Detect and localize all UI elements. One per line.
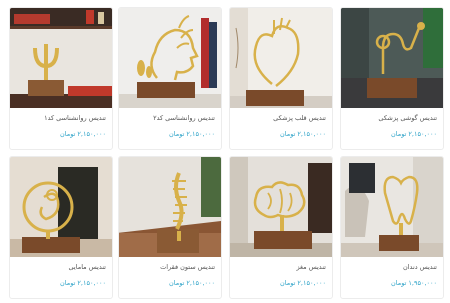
head-leaves-statue-icon	[119, 8, 221, 108]
product-card-heart[interactable]: تندیس قلب پزشکی ۲,۱۵۰,۰۰۰ تومان	[229, 7, 333, 150]
product-title[interactable]: تندیس روانشناسی کد۱	[14, 114, 106, 122]
product-title[interactable]: تندیس قلب پزشکی	[234, 114, 326, 122]
fetus-statue-icon	[10, 157, 112, 257]
product-image[interactable]	[230, 8, 332, 108]
product-title[interactable]: تندیس مامایی	[14, 263, 107, 271]
product-image[interactable]	[10, 157, 112, 257]
product-card-psychology-2[interactable]: تندیس روانشناسی کد۲ ۲,۱۵۰,۰۰۰ تومان	[118, 7, 222, 150]
product-card-psychology-1[interactable]: تندیس روانشناسی کد۱ ۲,۱۵۰,۰۰۰ تومان	[9, 7, 113, 150]
product-price: ۲,۱۵۰,۰۰۰ تومان	[168, 130, 215, 138]
product-grid: تندیس روانشناسی کد۱ ۲,۱۵۰,۰۰۰ تومان تندی…	[0, 0, 450, 303]
product-image[interactable]	[119, 8, 221, 108]
product-price: ۲,۱۵۰,۰۰۰ تومان	[59, 279, 106, 287]
product-price: ۱,۹۵۰,۰۰۰ تومان	[390, 279, 437, 287]
brain-statue-icon	[230, 157, 332, 257]
product-card-spine[interactable]: تندیس ستون فقرات ۲,۱۵۰,۰۰۰ تومان	[118, 156, 222, 299]
product-price: ۲,۱۵۰,۰۰۰ تومان	[168, 279, 215, 287]
product-image[interactable]	[341, 157, 443, 257]
product-card-brain[interactable]: تندیس مغز ۲,۱۵۰,۰۰۰ تومان	[229, 156, 333, 299]
product-image[interactable]	[341, 8, 443, 108]
product-card-stethoscope[interactable]: تندیس گوشی پزشکی ۲,۱۵۰,۰۰۰ تومان	[340, 7, 444, 150]
product-card-midwifery[interactable]: تندیس مامایی ۲,۱۵۰,۰۰۰ تومان	[9, 156, 113, 299]
heart-statue-icon	[230, 8, 332, 108]
product-price: ۲,۱۵۰,۰۰۰ تومان	[390, 130, 437, 138]
product-price: ۲,۱۵۰,۰۰۰ تومان	[279, 130, 326, 138]
product-title[interactable]: تندیس ستون فقرات	[123, 263, 215, 271]
product-title[interactable]: تندیس دندان	[345, 263, 437, 271]
product-title[interactable]: تندیس روانشناسی کد۲	[123, 114, 215, 122]
tooth-statue-icon	[341, 157, 443, 257]
product-image[interactable]	[119, 157, 221, 257]
psi-statue-icon	[10, 8, 112, 108]
product-price: ۲,۱۵۰,۰۰۰ تومان	[279, 279, 326, 287]
product-image[interactable]	[230, 157, 332, 257]
stethoscope-statue-icon	[341, 8, 443, 108]
product-title[interactable]: تندیس گوشی پزشکی	[345, 114, 437, 122]
product-price: ۲,۱۵۰,۰۰۰ تومان	[59, 130, 106, 138]
product-card-tooth[interactable]: تندیس دندان ۱,۹۵۰,۰۰۰ تومان	[340, 156, 444, 299]
spine-statue-icon	[119, 157, 221, 257]
product-title[interactable]: تندیس مغز	[234, 263, 326, 271]
product-image[interactable]	[10, 8, 112, 108]
